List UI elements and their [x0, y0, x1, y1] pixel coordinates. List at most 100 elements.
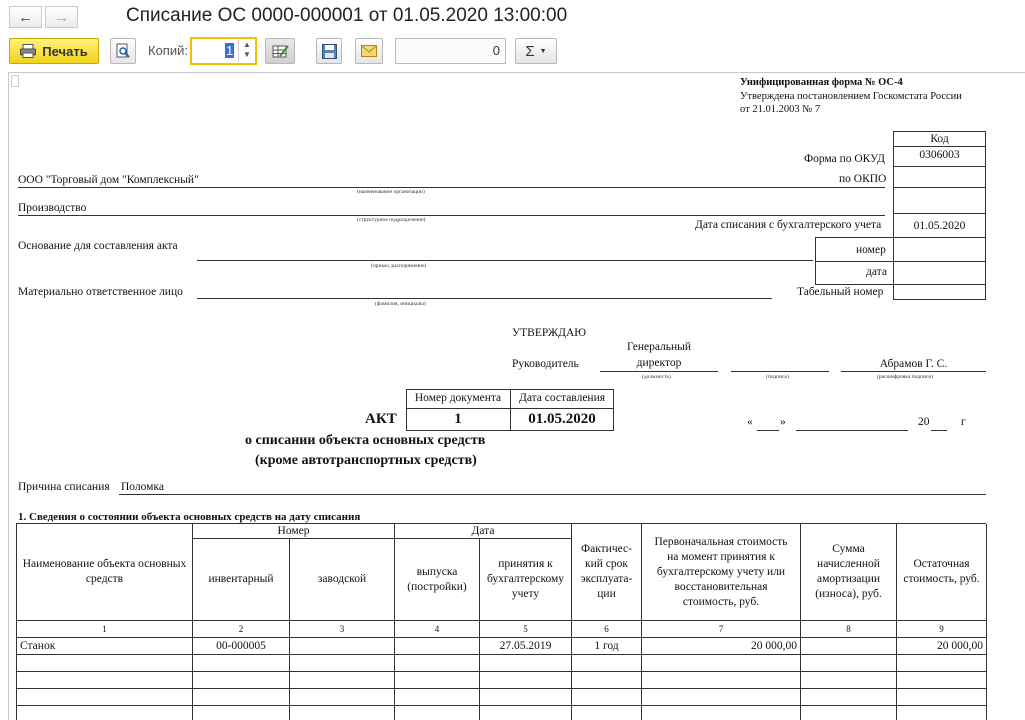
- col-number-6: 6: [572, 621, 642, 638]
- copies-stepper[interactable]: ▲ ▼: [238, 40, 255, 62]
- department-line: [18, 215, 885, 216]
- email-button[interactable]: [355, 38, 383, 64]
- magnifier-page-icon: [116, 43, 130, 58]
- preview-button[interactable]: [110, 38, 136, 64]
- name-line: [841, 371, 986, 372]
- print-button[interactable]: Печать: [9, 38, 99, 64]
- org-name: ООО "Торговый дом "Комплексный": [18, 174, 199, 186]
- date-year-prefix: 20: [918, 416, 930, 428]
- table-row-cell-service-life: 1 год: [572, 638, 642, 655]
- table-empty-cell: [193, 655, 290, 672]
- arrow-left-icon: ←: [18, 8, 33, 26]
- forward-button[interactable]: →: [45, 6, 78, 28]
- table-empty-cell: [395, 706, 480, 720]
- department: Производство: [18, 202, 87, 214]
- date-year-suffix: г: [961, 416, 966, 428]
- code-row-line: [893, 187, 986, 188]
- col-number-3: 3: [290, 621, 395, 638]
- table-empty-cell: [290, 672, 395, 689]
- table-empty-cell: [897, 655, 987, 672]
- reason-label: Причина списания: [18, 481, 110, 493]
- doc-number-value: 1: [454, 411, 462, 427]
- number-date-vline: [815, 237, 816, 284]
- department-caption: (структурное подразделение): [357, 217, 426, 223]
- table-empty-cell: [17, 672, 193, 689]
- save-button[interactable]: [316, 38, 342, 64]
- back-button[interactable]: ←: [9, 6, 42, 28]
- code-row-line: [893, 213, 986, 214]
- writeoff-date-label: Дата списания с бухгалтерского учета: [695, 219, 882, 231]
- head-label: Руководитель: [512, 358, 579, 370]
- table-empty-cell: [572, 655, 642, 672]
- head-name: Абрамов Г. С.: [879, 358, 948, 370]
- date-label: дата: [866, 266, 887, 278]
- table-empty-cell: [193, 689, 290, 706]
- table-row-cell-name: Станок: [17, 638, 193, 655]
- table-empty-cell: [642, 655, 801, 672]
- table-empty-cell: [17, 706, 193, 720]
- code-row-line: [893, 166, 986, 167]
- th-initial-cost: Первоначальная стоимость на момент приня…: [642, 524, 801, 621]
- table-empty-cell: [642, 706, 801, 720]
- table-row-cell-depreciation: [801, 638, 897, 655]
- signature-line: [731, 371, 829, 372]
- name-caption: (расшифровка подписи): [877, 374, 934, 380]
- date-year-line: [931, 430, 947, 431]
- approved-line-2: от 21.01.2003 № 7: [740, 104, 821, 115]
- table-row-cell-factory: [290, 638, 395, 655]
- table-empty-cell: [897, 689, 987, 706]
- table-empty-cell: [642, 689, 801, 706]
- copies-label: Копий:: [148, 43, 188, 58]
- table-empty-cell: [395, 689, 480, 706]
- edit-button[interactable]: [265, 38, 295, 64]
- responsible-label: Материально ответственное лицо: [18, 286, 183, 298]
- table-empty-cell: [642, 672, 801, 689]
- basis-label: Основание для составления акта: [18, 240, 178, 252]
- sigma-icon: Σ: [525, 42, 535, 60]
- printer-icon: [20, 44, 37, 58]
- doc-date-value: 01.05.2020: [528, 411, 596, 427]
- table-empty-cell: [801, 706, 897, 720]
- writeoff-date-value: 01.05.2020: [913, 220, 966, 232]
- org-line: [18, 187, 885, 188]
- table-row-cell-release: [395, 638, 480, 655]
- col-number-9: 9: [897, 621, 987, 638]
- table-empty-cell: [572, 689, 642, 706]
- sum-value: 0: [492, 43, 500, 58]
- col-number-8: 8: [801, 621, 897, 638]
- floppy-disk-icon: [321, 43, 337, 59]
- date-month-line: [796, 430, 908, 431]
- basis-line: [197, 260, 813, 261]
- code-row-line: [893, 146, 986, 147]
- code-header: Код: [930, 133, 949, 145]
- position-caption: (должность): [642, 374, 671, 380]
- th-inventory: инвентарный: [193, 539, 290, 621]
- chevron-down-icon: ▼: [539, 47, 547, 55]
- col-number-7: 7: [642, 621, 801, 638]
- table-empty-cell: [480, 706, 572, 720]
- table-empty-cell: [480, 672, 572, 689]
- envelope-icon: [361, 45, 377, 57]
- date-close-quote: »: [780, 416, 786, 428]
- number-label: номер: [856, 244, 886, 256]
- responsible-line: [197, 298, 772, 299]
- act-title-line-1: о списании объекта основных средств: [245, 433, 486, 448]
- table-empty-cell: [897, 672, 987, 689]
- table-empty-cell: [193, 706, 290, 720]
- reason-line: [119, 494, 986, 495]
- table-empty-cell: [290, 655, 395, 672]
- document-area[interactable]: Унифицированная форма № ОС-4 Утверждена …: [8, 72, 1025, 720]
- sum-field[interactable]: 0: [395, 38, 506, 64]
- table-empty-cell: [801, 689, 897, 706]
- col-number-4: 4: [395, 621, 480, 638]
- copies-value: 1: [225, 43, 235, 58]
- copies-input[interactable]: 1 ▲ ▼: [190, 37, 257, 65]
- act-label: АКТ: [365, 411, 397, 427]
- code-row-line: [815, 261, 986, 262]
- table-empty-cell: [572, 672, 642, 689]
- th-depreciation: Сумма начисленной амортизации (износа), …: [801, 524, 897, 621]
- sum-mode-button[interactable]: Σ ▼: [515, 38, 557, 64]
- org-caption: (наименование организации): [357, 189, 425, 195]
- th-release: выпуска (постройки): [395, 539, 480, 621]
- date-day-line: [757, 430, 779, 431]
